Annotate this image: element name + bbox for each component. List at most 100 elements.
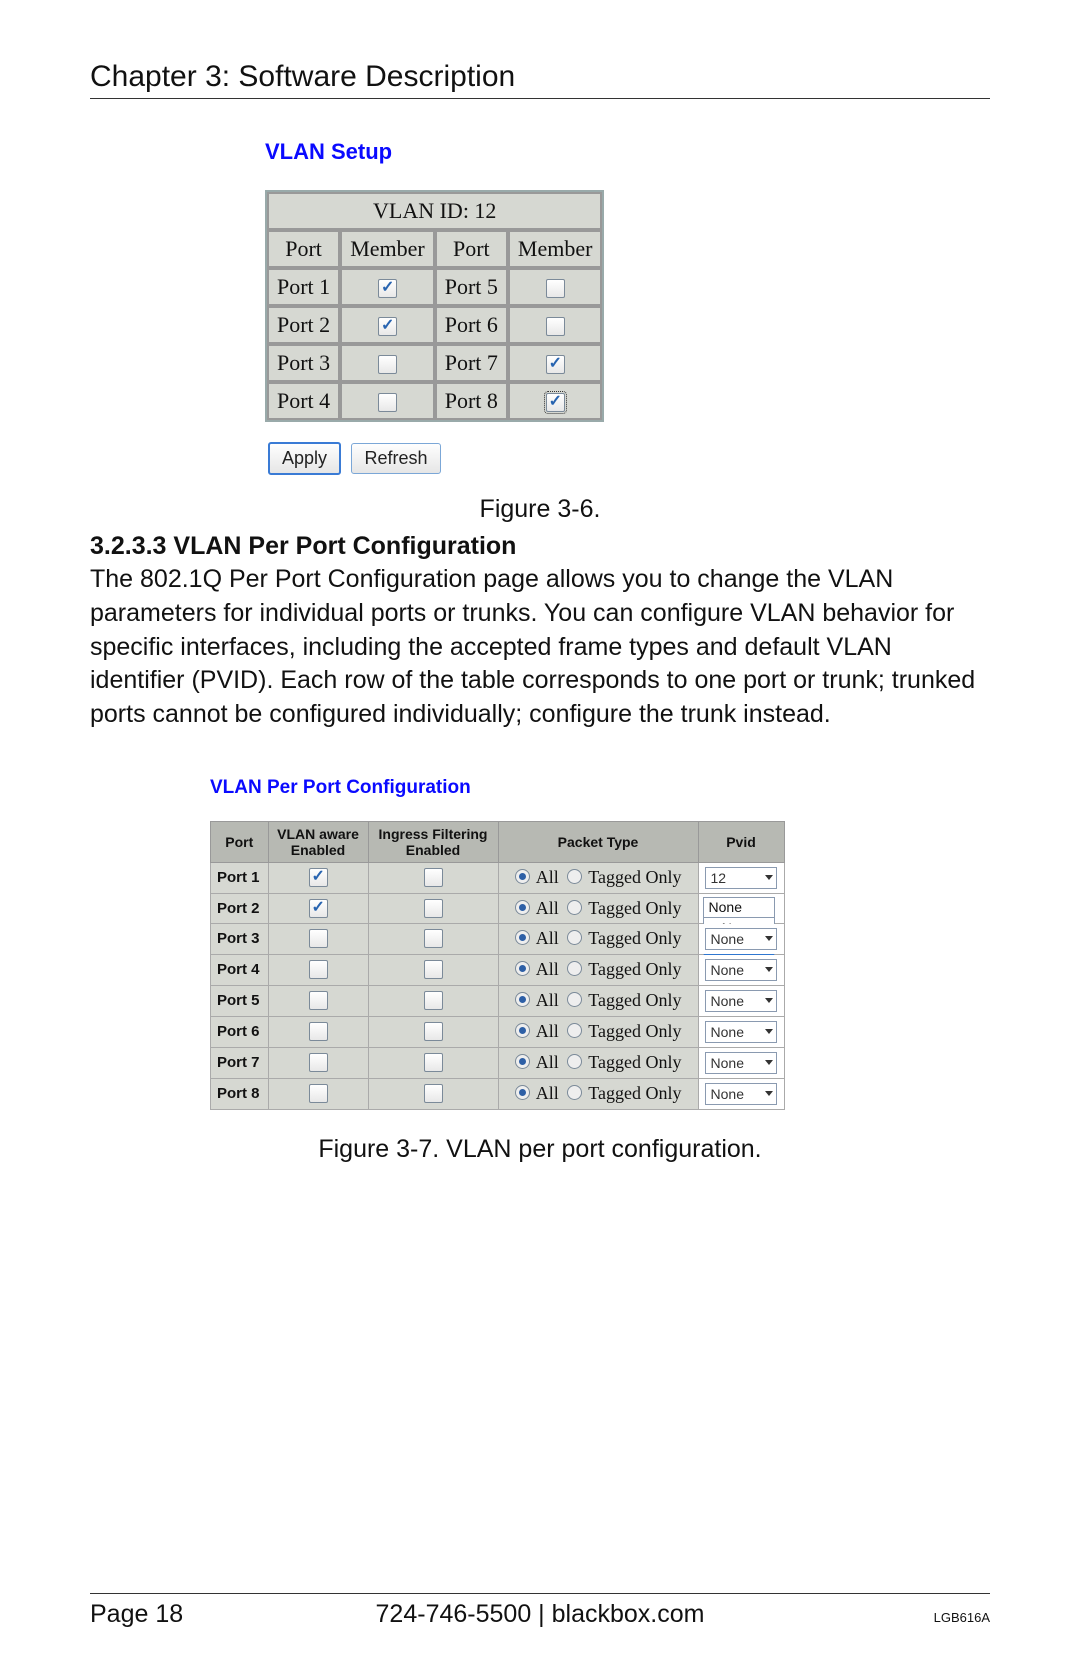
port-label: Port 4	[267, 382, 340, 420]
packet-tagged-label: Tagged Only	[588, 1052, 681, 1072]
vlan-aware-checkbox[interactable]	[309, 1053, 328, 1072]
packet-tagged-radio[interactable]	[567, 992, 582, 1007]
pvid-select[interactable]: None	[705, 990, 777, 1012]
packet-all-label: All	[536, 928, 559, 948]
vlan-aware-checkbox[interactable]	[309, 899, 328, 918]
member-checkbox[interactable]	[378, 279, 397, 298]
member-checkbox[interactable]	[546, 393, 565, 412]
packet-tagged-label: Tagged Only	[588, 959, 681, 979]
member-checkbox[interactable]	[378, 317, 397, 336]
section-heading: 3.2.3.3 VLAN Per Port Configuration	[90, 532, 990, 561]
col-port: Port	[267, 230, 340, 268]
port-label: Port 2	[211, 893, 269, 923]
vlan-aware-checkbox[interactable]	[309, 929, 328, 948]
ingress-filter-checkbox[interactable]	[424, 1022, 443, 1041]
col-packet-type: Packet Type	[498, 821, 698, 862]
port-label: Port 7	[211, 1047, 269, 1078]
member-checkbox[interactable]	[546, 279, 565, 298]
pvid-select[interactable]: None	[705, 1083, 777, 1105]
packet-tagged-label: Tagged Only	[588, 1083, 681, 1103]
pvid-select[interactable]: 12	[705, 867, 777, 889]
packet-tagged-label: Tagged Only	[588, 898, 681, 918]
chevron-down-icon	[765, 936, 773, 941]
ingress-filter-checkbox[interactable]	[424, 960, 443, 979]
ingress-filter-checkbox[interactable]	[424, 929, 443, 948]
vlan-id-header: VLAN ID: 12	[267, 192, 602, 230]
packet-tagged-radio[interactable]	[567, 869, 582, 884]
member-checkbox[interactable]	[378, 355, 397, 374]
ingress-filter-checkbox[interactable]	[424, 899, 443, 918]
ingress-filter-checkbox[interactable]	[424, 1084, 443, 1103]
ingress-filter-checkbox[interactable]	[424, 1053, 443, 1072]
packet-tagged-label: Tagged Only	[588, 1021, 681, 1041]
packet-tagged-radio[interactable]	[567, 1085, 582, 1100]
port-label: Port 1	[211, 862, 269, 893]
figure2-caption: Figure 3-7. VLAN per port configuration.	[90, 1135, 990, 1164]
vlan-aware-checkbox[interactable]	[309, 960, 328, 979]
footer-contact: 724-746-5500 | blackbox.com	[90, 1600, 990, 1629]
port-label: Port 5	[211, 985, 269, 1016]
packet-tagged-radio[interactable]	[567, 900, 582, 915]
refresh-button[interactable]: Refresh	[351, 443, 440, 474]
member-checkbox[interactable]	[378, 393, 397, 412]
port-label: Port 8	[435, 382, 508, 420]
chevron-down-icon	[765, 998, 773, 1003]
pvid-select[interactable]: None	[705, 1052, 777, 1074]
packet-all-label: All	[536, 898, 559, 918]
vlan-aware-checkbox[interactable]	[309, 1084, 328, 1103]
col-vlan-aware: VLAN aware Enabled	[268, 821, 368, 862]
packet-all-label: All	[536, 1052, 559, 1072]
col-pvid: Pvid	[698, 821, 784, 862]
pvid-select[interactable]: None	[705, 928, 777, 950]
vlan-per-port-heading: VLAN Per Port Configuration	[210, 777, 990, 799]
packet-all-radio[interactable]	[515, 1085, 530, 1100]
packet-all-radio[interactable]	[515, 900, 530, 915]
pvid-select[interactable]: None	[705, 1021, 777, 1043]
port-label: Port 1	[267, 268, 340, 306]
body-paragraph: The 802.1Q Per Port Configuration page a…	[90, 563, 990, 732]
packet-all-label: All	[536, 959, 559, 979]
packet-all-radio[interactable]	[515, 1023, 530, 1038]
packet-all-radio[interactable]	[515, 961, 530, 976]
page-footer: Page 18 724-746-5500 | blackbox.com LGB6…	[90, 1593, 990, 1629]
ingress-filter-checkbox[interactable]	[424, 868, 443, 887]
port-label: Port 8	[211, 1078, 269, 1109]
apply-button[interactable]: Apply	[268, 442, 341, 475]
packet-all-radio[interactable]	[515, 930, 530, 945]
vlan-aware-checkbox[interactable]	[309, 868, 328, 887]
col-port: Port	[435, 230, 508, 268]
packet-all-radio[interactable]	[515, 992, 530, 1007]
packet-all-radio[interactable]	[515, 1054, 530, 1069]
port-label: Port 7	[435, 344, 508, 382]
port-label: Port 4	[211, 954, 269, 985]
vlan-setup-heading: VLAN Setup	[265, 139, 990, 165]
vlan-setup-table: VLAN ID: 12 Port Member Port Member Port…	[265, 190, 604, 422]
figure-vlan-per-port: VLAN Per Port Configuration Port VLAN aw…	[210, 777, 990, 1110]
port-label: Port 2	[267, 306, 340, 344]
chevron-down-icon	[765, 875, 773, 880]
figure1-caption: Figure 3-6.	[90, 495, 990, 524]
member-checkbox[interactable]	[546, 317, 565, 336]
packet-tagged-radio[interactable]	[567, 961, 582, 976]
pvid-select[interactable]: None	[705, 959, 777, 981]
vlan-aware-checkbox[interactable]	[309, 991, 328, 1010]
port-label: Port 6	[211, 1016, 269, 1047]
chapter-title: Chapter 3: Software Description	[90, 60, 990, 99]
col-member: Member	[340, 230, 435, 268]
port-label: Port 6	[435, 306, 508, 344]
packet-all-label: All	[536, 867, 559, 887]
port-label: Port 3	[211, 923, 269, 954]
ingress-filter-checkbox[interactable]	[424, 991, 443, 1010]
packet-all-label: All	[536, 990, 559, 1010]
chevron-down-icon	[765, 1029, 773, 1034]
packet-tagged-label: Tagged Only	[588, 990, 681, 1010]
member-checkbox[interactable]	[546, 355, 565, 374]
vlan-aware-checkbox[interactable]	[309, 1022, 328, 1041]
col-ingress: Ingress Filtering Enabled	[368, 821, 498, 862]
packet-tagged-radio[interactable]	[567, 1054, 582, 1069]
packet-all-radio[interactable]	[515, 869, 530, 884]
packet-tagged-radio[interactable]	[567, 930, 582, 945]
packet-all-label: All	[536, 1083, 559, 1103]
packet-tagged-label: Tagged Only	[588, 928, 681, 948]
packet-tagged-radio[interactable]	[567, 1023, 582, 1038]
